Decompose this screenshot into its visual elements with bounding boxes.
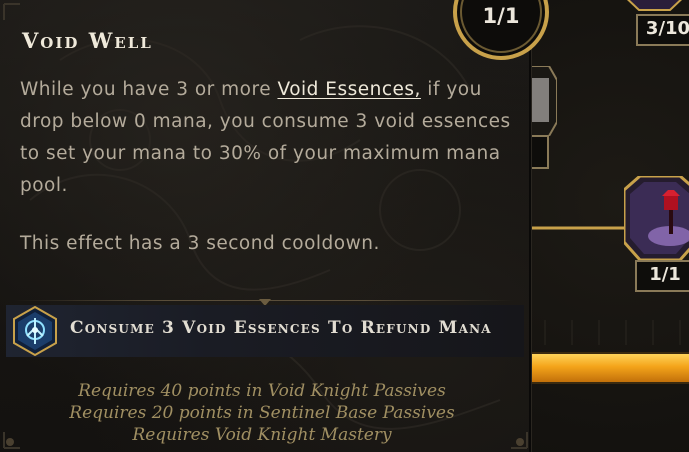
void-essences-link[interactable]: Void Essences, (277, 79, 420, 100)
void-sigil-icon (13, 306, 57, 356)
requirement-item: Requires 40 points in Void Knight Passiv… (78, 381, 446, 401)
requirement-item: Requires Void Knight Mastery (132, 425, 392, 445)
desc-text-1: While you have 3 or more (20, 79, 278, 100)
experience-bar (531, 352, 689, 384)
node-points-label: 3/10 (636, 14, 689, 46)
skill-title: Void Well (22, 28, 153, 53)
skill-points-counter: 1/1 (482, 4, 520, 28)
ability-label: Consume 3 Void Essences To Refund Mana (70, 318, 492, 338)
requirements-list: Requires 40 points in Void Knight Passiv… (0, 380, 524, 446)
blood-chalice-icon[interactable] (624, 176, 689, 266)
cooldown-text: This effect has a 3 second cooldown. (20, 233, 380, 254)
requirement-item: Requires 20 points in Sentinel Base Pass… (69, 403, 455, 423)
node-points-label-2: 1/1 (635, 260, 689, 292)
skill-description: While you have 3 or more Void Essences, … (20, 74, 515, 202)
skill-tooltip: Void Well While you have 3 or more Void … (0, 0, 532, 452)
